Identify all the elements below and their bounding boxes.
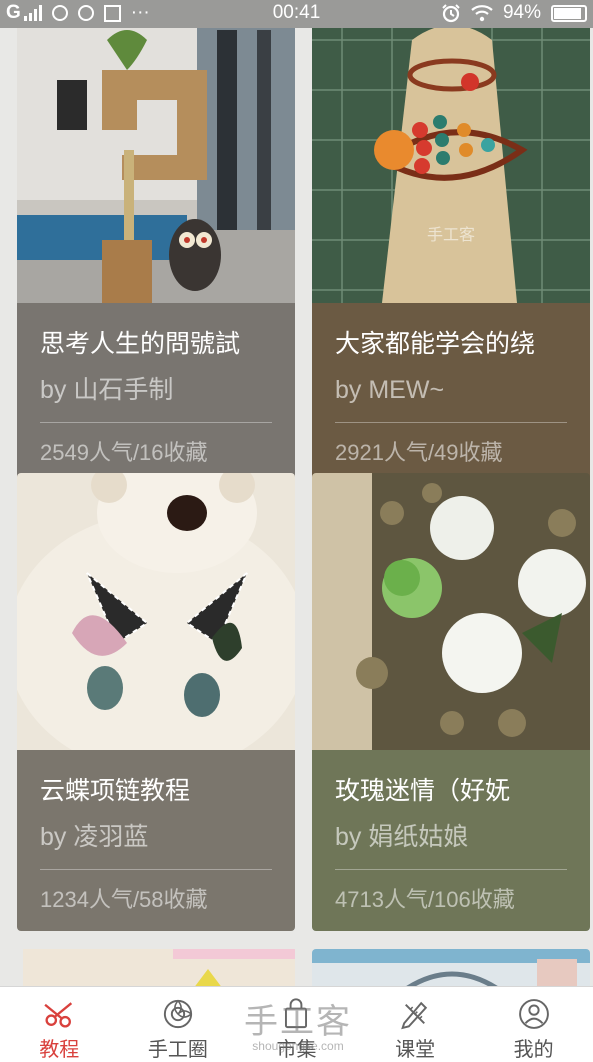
card-stats: 4713人气/106收藏 [335, 887, 515, 912]
bottom-tab-bar: 教程 手工圈 市集 课堂 我的 [0, 986, 593, 1062]
tab-label: 我的 [513, 1039, 554, 1061]
tutorial-card[interactable] [20, 949, 298, 986]
tutorial-card[interactable] [312, 949, 590, 986]
card-info: 云蝶项链教程 by 凌羽蓝 1234人气/58收藏 [17, 750, 295, 931]
wifi-icon [471, 5, 493, 22]
battery-percent: 94% [502, 2, 541, 23]
card-info: 大家都能学会的绕 by MEW~ 2921人气/49收藏 [312, 303, 590, 483]
divider [40, 869, 272, 870]
tutorial-photo [312, 473, 590, 750]
tab-profile[interactable]: 我的 [474, 987, 593, 1062]
card-title: 思考人生的問號試 [40, 330, 241, 358]
card-author: by 娟纸姑娘 [335, 823, 469, 851]
alarm-icon [442, 4, 460, 23]
tab-label: 手工圈 [147, 1039, 208, 1061]
card-title: 玫瑰迷情（好妩 [335, 777, 511, 805]
tutorial-feed[interactable]: 思考人生的問號試 by 山石手制 2549人气/16收藏 手工客 大家都能学会的… [0, 28, 593, 986]
divider [335, 422, 567, 423]
tab-label: 教程 [39, 1039, 80, 1061]
card-info: 玫瑰迷情（好妩 by 娟纸姑娘 4713人气/106收藏 [312, 750, 590, 931]
divider [335, 869, 567, 870]
tutorial-card[interactable]: 云蝶项链教程 by 凌羽蓝 1234人气/58收藏 [17, 473, 295, 931]
photo-watermark: 手工客 [427, 225, 475, 244]
card-stats: 2921人气/49收藏 [335, 440, 503, 465]
user-icon [518, 999, 549, 1029]
tab-label: 课堂 [395, 1039, 436, 1061]
tutorial-photo [17, 473, 295, 750]
shopping-bag-icon [285, 998, 308, 1029]
tutorial-photo [312, 949, 590, 986]
flower-icon [163, 999, 192, 1029]
tab-tutorials[interactable]: 教程 [0, 987, 119, 1062]
card-title: 云蝶项链教程 [40, 777, 191, 805]
card-author: by 山石手制 [40, 376, 174, 404]
battery-icon [551, 4, 587, 22]
card-author: by 凌羽蓝 [40, 823, 149, 851]
scissors-icon [44, 1002, 73, 1028]
tab-classroom[interactable]: 课堂 [356, 987, 475, 1062]
divider [40, 422, 272, 423]
tutorial-card[interactable]: 思考人生的問號試 by 山石手制 2549人气/16收藏 [17, 28, 295, 483]
card-title: 大家都能学会的绕 [335, 330, 536, 358]
tutorial-card[interactable]: 手工客 大家都能学会的绕 by MEW~ 2921人气/49收藏 [312, 28, 590, 483]
card-stats: 1234人气/58收藏 [40, 887, 208, 912]
tutorial-photo: 手工客 [312, 28, 590, 303]
tutorial-photo [17, 28, 295, 303]
app-screen: G ··· 00:41 94% 思考人生的問號試 by 山石手制 2549人气/… [0, 0, 593, 1062]
tab-market[interactable]: 市集 [237, 987, 356, 1062]
status-right: 94% [441, 2, 587, 24]
card-author: by MEW~ [335, 376, 445, 404]
tutorial-card[interactable]: 玫瑰迷情（好妩 by 娟纸姑娘 4713人气/106收藏 [312, 473, 590, 931]
tab-circle[interactable]: 手工圈 [119, 987, 238, 1062]
status-bar: G ··· 00:41 94% [0, 0, 593, 28]
tab-label: 市集 [276, 1039, 317, 1061]
pencil-ruler-icon [401, 1001, 428, 1030]
card-stats: 2549人气/16收藏 [40, 440, 208, 465]
card-info: 思考人生的問號試 by 山石手制 2549人气/16收藏 [17, 303, 295, 483]
tutorial-photo [23, 949, 295, 986]
